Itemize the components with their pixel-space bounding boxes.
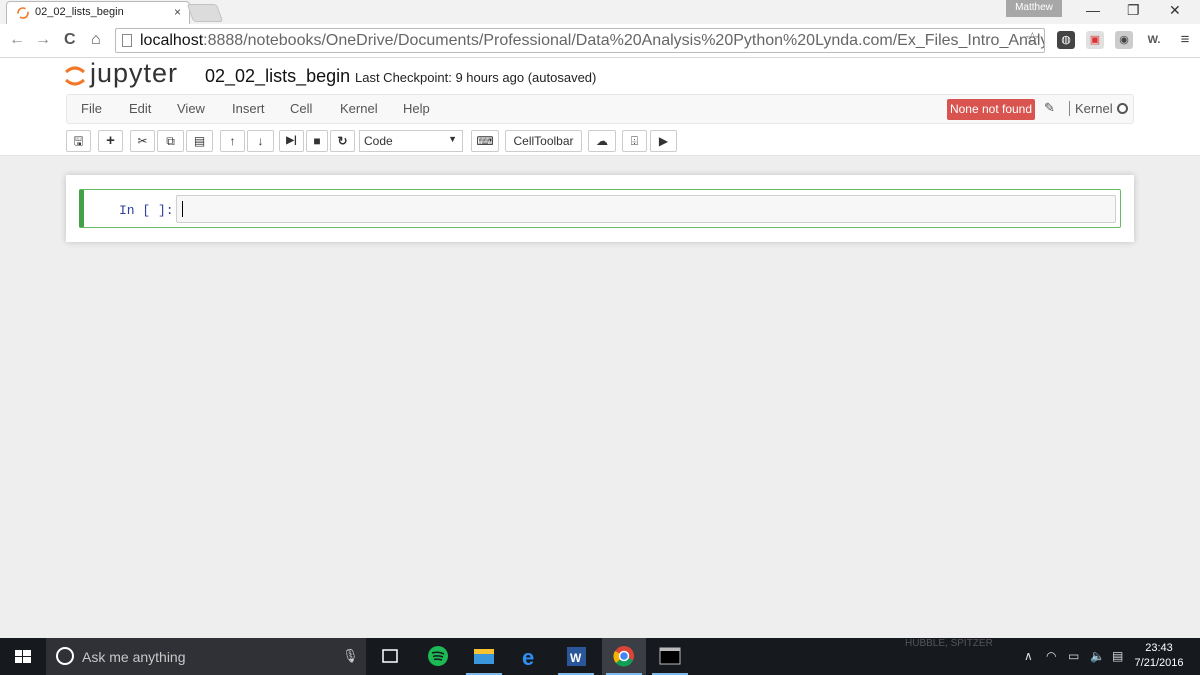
clock-time: 23:43: [1145, 642, 1173, 654]
restore-icon[interactable]: ❐: [1127, 2, 1140, 19]
notifications-icon[interactable]: ▤: [1112, 649, 1123, 663]
minimize-icon[interactable]: —: [1086, 2, 1100, 18]
jupyter-favicon-icon: [17, 7, 29, 19]
volume-icon[interactable]: 🔈: [1090, 649, 1105, 663]
cut-icon[interactable]: ✂: [130, 130, 155, 152]
extension-w-icon[interactable]: W.: [1143, 31, 1165, 49]
chrome-icon[interactable]: [602, 638, 646, 675]
paste-icon[interactable]: ▤: [186, 130, 213, 152]
save-icon[interactable]: 🖫: [66, 130, 91, 152]
search-placeholder: Ask me anything: [82, 649, 186, 665]
restart-kernel-icon[interactable]: ↻: [330, 130, 355, 152]
extension-icon-2[interactable]: ▣: [1086, 31, 1104, 49]
microphone-icon[interactable]: 🎙: [342, 648, 359, 664]
cortana-icon: [56, 647, 74, 665]
kernel-name: Kernel: [1069, 101, 1113, 116]
bookmark-star-icon[interactable]: ☆: [1025, 29, 1040, 49]
menu-kernel[interactable]: Kernel: [340, 101, 378, 116]
windows-taskbar: Ask me anything 🎙 e W HUBBLE, SPITZER ∧ …: [0, 638, 1200, 675]
system-clock[interactable]: 23:43 7/21/2016: [1128, 641, 1190, 671]
notebook-container: In [ ]:: [66, 175, 1134, 242]
celltoolbar-button[interactable]: CellToolbar: [505, 130, 582, 152]
url-text: localhost:8888/notebooks/OneDrive/Docume…: [140, 32, 1045, 49]
svg-text:e: e: [522, 645, 534, 670]
word-icon[interactable]: W: [554, 638, 598, 675]
extension-icon-1[interactable]: ◍: [1057, 31, 1075, 49]
browser-tab[interactable]: 02_02_lists_begin ×: [6, 1, 190, 24]
new-tab-button[interactable]: [186, 4, 224, 22]
windows-start-icon[interactable]: [0, 638, 46, 675]
svg-text:W: W: [570, 651, 582, 665]
menu-help[interactable]: Help: [403, 101, 430, 116]
menu-edit[interactable]: Edit: [129, 101, 151, 116]
command-prompt-icon[interactable]: [648, 638, 692, 675]
notebook-name[interactable]: 02_02_lists_begin: [205, 66, 350, 87]
cell-type-select[interactable]: Code ▼: [359, 130, 463, 152]
clock-date: 7/21/2016: [1134, 657, 1184, 669]
menu-insert[interactable]: Insert: [232, 101, 265, 116]
browser-toolbar: ← → C ⌂ localhost:8888/notebooks/OneDriv…: [0, 24, 1200, 58]
code-editor[interactable]: [176, 195, 1116, 223]
keyboard-shortcuts-icon[interactable]: ⌨: [471, 130, 499, 152]
menu-file[interactable]: File: [81, 101, 102, 116]
jupyter-logo-text[interactable]: jupyter: [90, 58, 178, 89]
kernel-status-indicator-icon: [1117, 103, 1128, 114]
jupyter-logo-icon: [65, 66, 85, 86]
edge-browser-icon[interactable]: e: [508, 638, 552, 675]
copy-icon[interactable]: ⧉: [157, 130, 184, 152]
menubar: File Edit View Insert Cell Kernel Help N…: [66, 94, 1134, 124]
cloud-upload-icon[interactable]: ☁: [588, 130, 616, 152]
home-icon[interactable]: ⌂: [91, 31, 101, 49]
dropdown-caret-icon: ▼: [448, 134, 457, 144]
back-icon[interactable]: ←: [9, 31, 25, 49]
menu-cell[interactable]: Cell: [290, 101, 312, 116]
kernel-not-found-badge[interactable]: None not found: [947, 99, 1035, 120]
menu-icon[interactable]: ≡: [1176, 31, 1194, 49]
close-window-icon[interactable]: ✕: [1169, 2, 1181, 19]
cortana-search-box[interactable]: Ask me anything 🎙: [46, 638, 366, 675]
text-cursor: [182, 201, 183, 217]
battery-icon[interactable]: ▭: [1068, 649, 1079, 663]
wallpaper-caption: HUBBLE, SPITZER: [905, 638, 993, 649]
gift-icon[interactable]: ⌹: [622, 130, 647, 152]
menu-view[interactable]: View: [177, 101, 205, 116]
page-icon: [122, 34, 132, 47]
reload-icon[interactable]: C: [64, 31, 76, 49]
move-down-icon[interactable]: ↓: [247, 130, 274, 152]
code-cell[interactable]: In [ ]:: [79, 189, 1121, 228]
run-cell-icon[interactable]: ▶|: [279, 130, 304, 152]
show-hidden-icons-icon[interactable]: ∧: [1024, 649, 1033, 663]
task-view-icon[interactable]: [368, 638, 412, 675]
edit-mode-pencil-icon: ✎: [1044, 100, 1055, 115]
file-explorer-icon[interactable]: [462, 638, 506, 675]
spotify-icon[interactable]: [416, 638, 460, 675]
tab-title: 02_02_lists_begin: [35, 6, 124, 18]
insert-cell-below-icon[interactable]: +: [98, 130, 123, 152]
extension-icon-3[interactable]: ◉: [1115, 31, 1133, 49]
cell-type-value: Code: [364, 134, 393, 148]
youtube-icon[interactable]: ▶: [650, 130, 677, 152]
move-up-icon[interactable]: ↑: [220, 130, 245, 152]
browser-tabstrip: 02_02_lists_begin × Matthew — ❐ ✕: [0, 0, 1200, 24]
forward-icon[interactable]: →: [35, 31, 51, 49]
interrupt-kernel-icon[interactable]: ■: [306, 130, 328, 152]
input-prompt: In [ ]:: [119, 203, 174, 218]
profile-badge[interactable]: Matthew: [1006, 0, 1062, 17]
address-bar[interactable]: localhost:8888/notebooks/OneDrive/Docume…: [115, 28, 1045, 53]
tab-close-icon[interactable]: ×: [174, 5, 181, 19]
checkpoint-status: Last Checkpoint: 9 hours ago (autosaved): [355, 70, 597, 85]
wifi-icon[interactable]: ◠: [1046, 649, 1056, 663]
jupyter-header: jupyter 02_02_lists_begin Last Checkpoin…: [0, 58, 1200, 156]
